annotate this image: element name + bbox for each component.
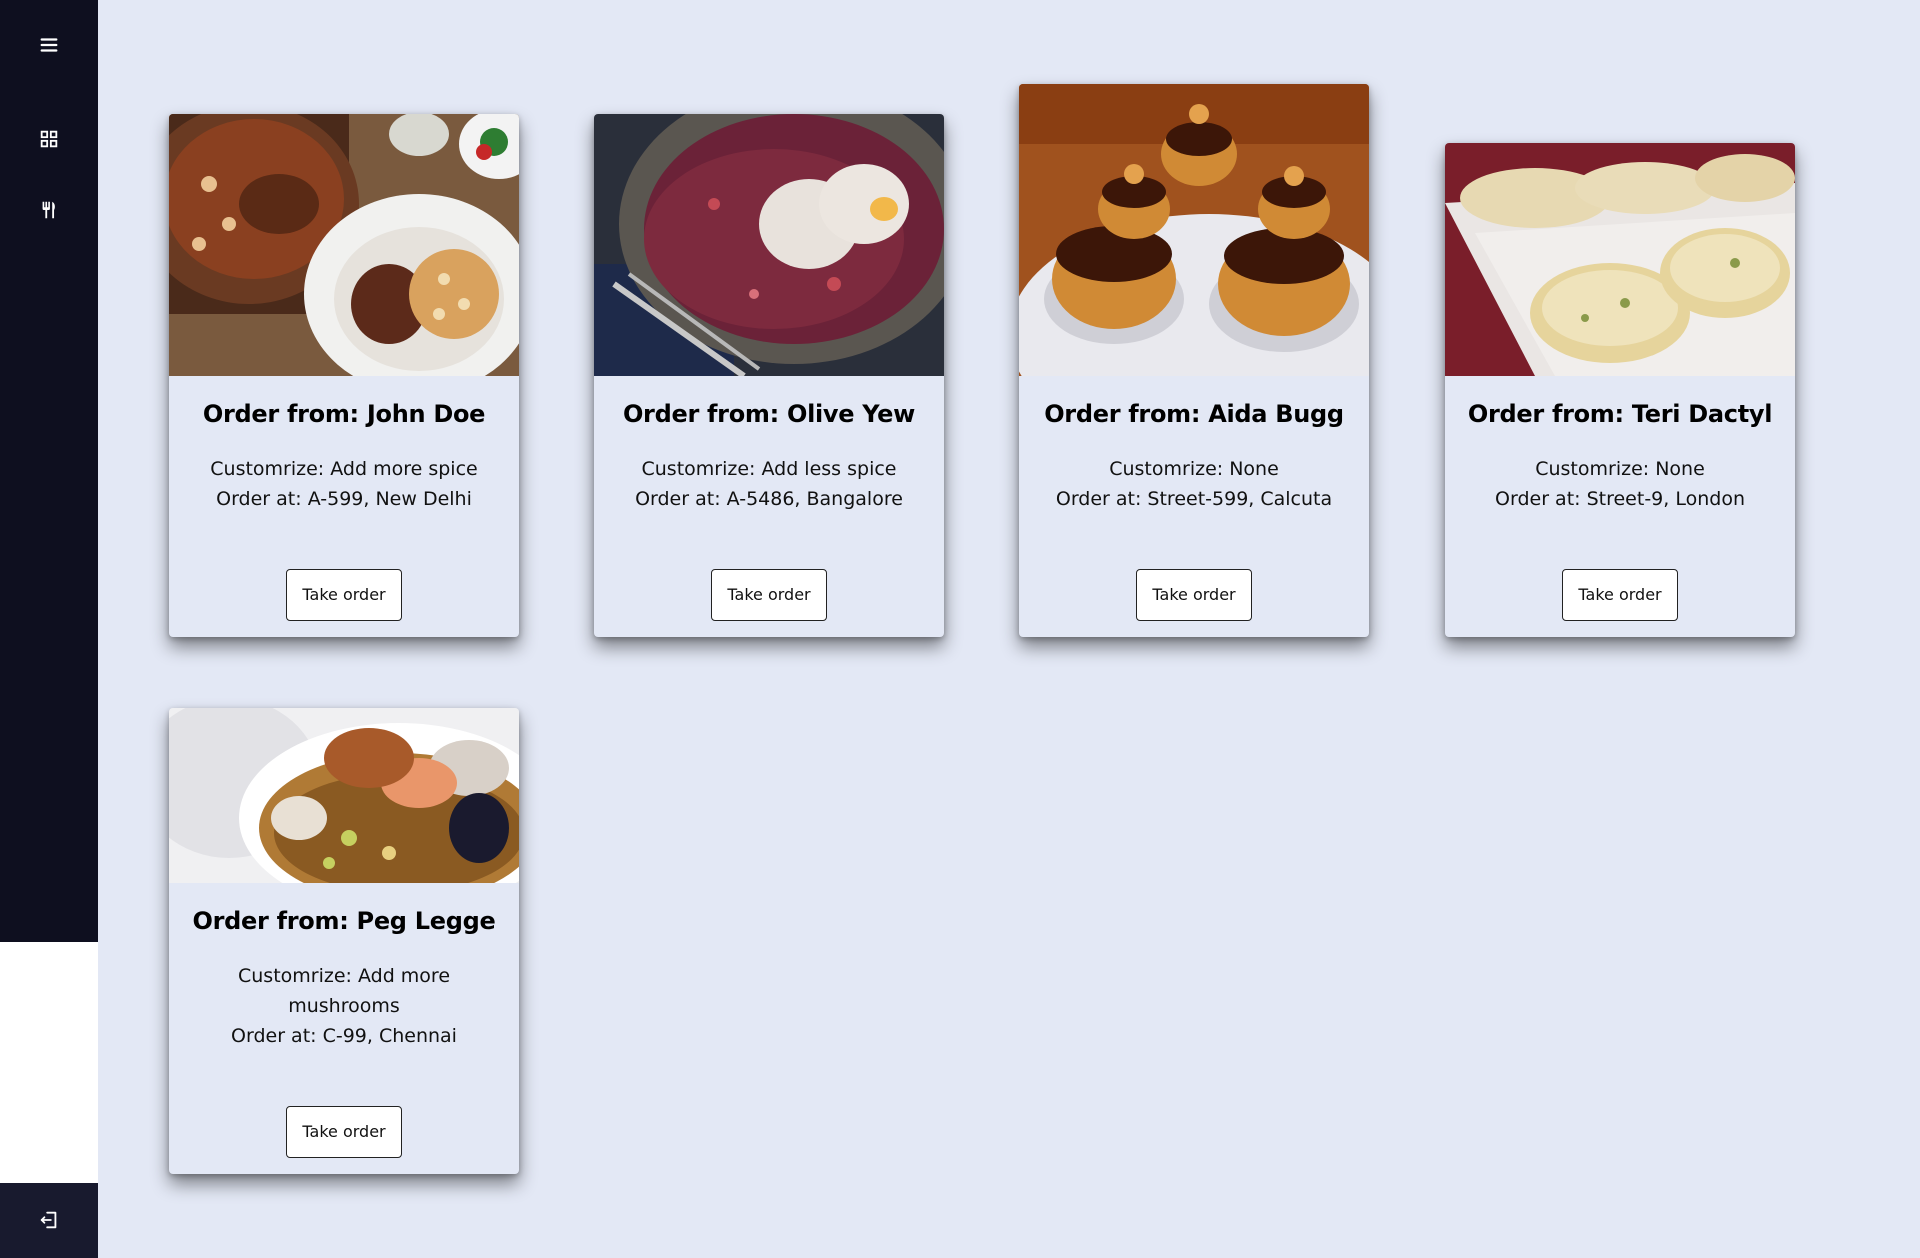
order-card: Order from: John Doe Customrize: Add mor…	[169, 114, 519, 637]
order-title: Order from: Olive Yew	[622, 400, 916, 428]
dish-image	[169, 114, 519, 376]
order-address: Order at: Street-599, Calcuta	[1055, 488, 1333, 510]
fork-knife-icon[interactable]	[37, 198, 61, 222]
order-card: Order from: Teri Dactyl Customrize: None…	[1445, 143, 1795, 637]
order-customization: Customrize: None	[1535, 458, 1705, 480]
order-details: Customrize: Add more mushrooms Order at:…	[169, 961, 519, 1051]
order-details: Customrize: None Order at: Street-9, Lon…	[1445, 454, 1795, 514]
take-order-button[interactable]: Take order	[711, 569, 827, 621]
take-order-button[interactable]: Take order	[286, 569, 402, 621]
dish-image	[1445, 143, 1795, 376]
order-address: Order at: A-5486, Bangalore	[635, 488, 903, 510]
order-address: Order at: Street-9, London	[1495, 488, 1745, 510]
order-details: Customrize: Add less spice Order at: A-5…	[594, 454, 944, 514]
sidebar	[0, 0, 98, 1258]
logout-icon[interactable]	[37, 1208, 61, 1232]
order-card: Order from: Olive Yew Customrize: Add le…	[594, 114, 944, 637]
take-order-button[interactable]: Take order	[286, 1106, 402, 1158]
dish-image	[1019, 84, 1369, 376]
hamburger-menu-icon[interactable]	[37, 33, 61, 57]
order-title: Order from: Aida Bugg	[1044, 400, 1344, 428]
order-card: Order from: Peg Legge Customrize: Add mo…	[169, 708, 519, 1174]
take-order-button[interactable]: Take order	[1562, 569, 1678, 621]
order-customization: Customrize: Add more spice	[210, 458, 478, 480]
order-address: Order at: A-599, New Delhi	[216, 488, 472, 510]
order-customization: Customrize: Add more mushrooms	[237, 965, 451, 1017]
order-title: Order from: Teri Dactyl	[1467, 400, 1773, 428]
order-customization: Customrize: None	[1109, 458, 1279, 480]
grid-dashboard-icon[interactable]	[37, 127, 61, 151]
order-details: Customrize: None Order at: Street-599, C…	[1019, 454, 1369, 514]
order-title: Order from: Peg Legge	[192, 907, 496, 935]
order-card: Order from: Aida Bugg Customrize: None O…	[1019, 84, 1369, 637]
sidebar-footer	[0, 1183, 98, 1258]
sidebar-nav	[0, 0, 98, 942]
take-order-button[interactable]: Take order	[1136, 569, 1252, 621]
order-title: Order from: John Doe	[202, 400, 486, 428]
orders-grid: Order from: John Doe Customrize: Add mor…	[98, 0, 1920, 1258]
dish-image	[594, 114, 944, 376]
order-details: Customrize: Add more spice Order at: A-5…	[169, 454, 519, 514]
dish-image	[169, 708, 519, 883]
order-address: Order at: C-99, Chennai	[231, 1025, 457, 1047]
order-customization: Customrize: Add less spice	[641, 458, 897, 480]
